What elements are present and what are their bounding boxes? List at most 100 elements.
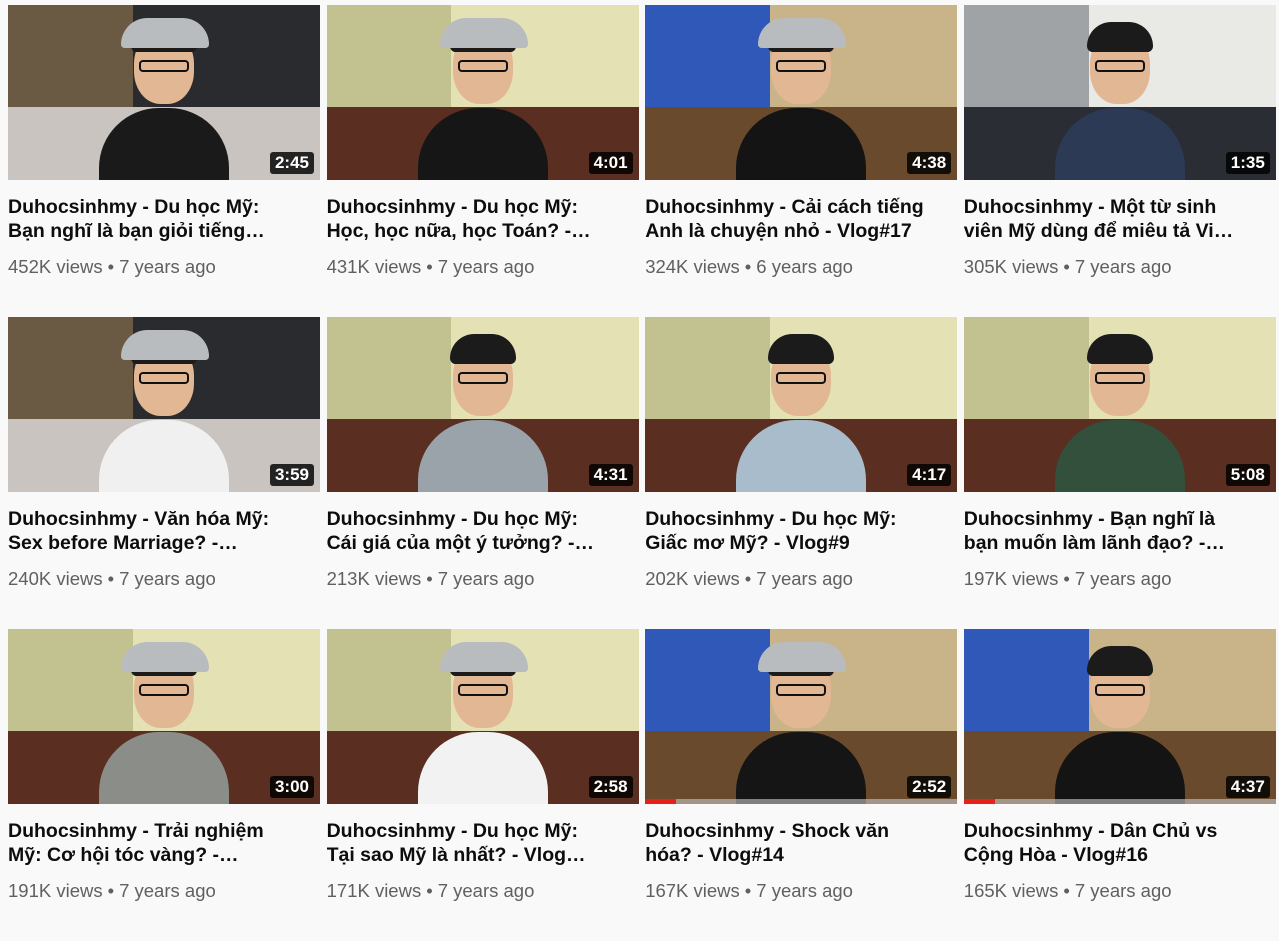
video-thumbnail[interactable]: 3:00	[8, 629, 320, 804]
cap	[121, 642, 209, 672]
person-figure	[1045, 322, 1195, 492]
view-count: 431K views	[326, 256, 422, 277]
video-card-6[interactable]: 4:31 Duhocsinhmy - Du học Mỹ: Cái giá củ…	[326, 317, 639, 629]
video-thumbnail[interactable]: 2:45	[8, 5, 320, 180]
duration-badge: 2:52	[907, 776, 952, 798]
video-title[interactable]: Duhocsinhmy - Cải cách tiếng Anh là chuy…	[645, 195, 945, 243]
duration-badge: 4:38	[907, 152, 952, 174]
duration-badge: 4:31	[588, 464, 633, 486]
video-title[interactable]: Duhocsinhmy - Du học Mỹ: Giấc mơ Mỹ? - V…	[645, 507, 945, 555]
video-metadata: 197K views • 7 years ago	[964, 567, 1276, 591]
upload-age: 7 years ago	[1074, 880, 1172, 901]
duration-badge: 2:45	[269, 152, 314, 174]
upload-age: 7 years ago	[756, 880, 853, 901]
view-count: 305K views	[963, 256, 1059, 277]
video-grid: 2:45 Duhocsinhmy - Du học Mỹ: Bạn nghĩ l…	[8, 5, 1276, 941]
video-card-10[interactable]: 2:58 Duhocsinhmy - Du học Mỹ: Tại sao Mỹ…	[326, 629, 639, 941]
video-card-2[interactable]: 4:01 Duhocsinhmy - Du học Mỹ: Học, học n…	[326, 5, 639, 317]
video-card-1[interactable]: 2:45 Duhocsinhmy - Du học Mỹ: Bạn nghĩ l…	[8, 5, 320, 317]
view-count: 171K views	[326, 880, 422, 901]
separator-dot: •	[107, 880, 115, 901]
watch-progress-bar	[963, 799, 1276, 804]
person-figure	[89, 322, 239, 492]
duration-badge: 4:37	[1225, 776, 1270, 798]
video-metadata: 165K views • 7 years ago	[964, 879, 1276, 903]
video-card-12[interactable]: 4:37 Duhocsinhmy - Dân Chủ vs Cộng Hòa -…	[963, 629, 1276, 941]
cap	[121, 330, 209, 360]
video-metadata: 213K views • 7 years ago	[327, 567, 639, 591]
video-metadata: 452K views • 7 years ago	[8, 255, 320, 279]
person-figure	[726, 634, 876, 804]
separator-dot: •	[426, 880, 433, 901]
separator-dot: •	[1063, 256, 1070, 277]
person-figure	[1045, 634, 1195, 804]
video-title[interactable]: Duhocsinhmy - Văn hóa Mỹ: Sex before Mar…	[8, 507, 308, 555]
separator-dot: •	[107, 568, 115, 589]
video-thumbnail[interactable]: 4:01	[326, 5, 639, 180]
duration-badge: 3:59	[269, 464, 314, 486]
video-metadata: 167K views • 7 years ago	[645, 879, 957, 903]
video-thumbnail[interactable]: 4:38	[645, 5, 958, 180]
video-title[interactable]: Duhocsinhmy - Trải nghiệm Mỹ: Cơ hội tóc…	[8, 819, 308, 867]
video-thumbnail[interactable]: 5:08	[963, 317, 1276, 492]
video-thumbnail[interactable]: 4:17	[645, 317, 958, 492]
video-thumbnail[interactable]: 3:59	[8, 317, 320, 492]
video-title[interactable]: Duhocsinhmy - Bạn nghĩ là bạn muốn làm l…	[964, 507, 1264, 555]
view-count: 167K views	[645, 880, 740, 901]
video-card-8[interactable]: 5:08 Duhocsinhmy - Bạn nghĩ là bạn muốn …	[963, 317, 1276, 629]
video-thumbnail[interactable]: 1:35	[963, 5, 1276, 180]
person-figure	[1045, 10, 1195, 180]
cap	[439, 18, 528, 48]
video-metadata: 191K views • 7 years ago	[8, 879, 320, 903]
view-count: 165K views	[963, 880, 1059, 901]
video-title[interactable]: Duhocsinhmy - Du học Mỹ: Bạn nghĩ là bạn…	[8, 195, 308, 243]
duration-badge: 1:35	[1225, 152, 1270, 174]
cap	[758, 642, 847, 672]
cap	[758, 18, 847, 48]
person-figure	[408, 634, 558, 804]
separator-dot: •	[744, 568, 752, 589]
video-title[interactable]: Duhocsinhmy - Du học Mỹ: Học, học nữa, h…	[327, 195, 627, 243]
cap	[121, 18, 209, 48]
video-thumbnail[interactable]: 4:37	[963, 629, 1276, 804]
video-metadata: 431K views • 7 years ago	[327, 255, 639, 279]
upload-age: 7 years ago	[437, 256, 535, 277]
video-metadata: 240K views • 7 years ago	[8, 567, 320, 591]
person-figure	[726, 10, 876, 180]
video-metadata: 171K views • 7 years ago	[327, 879, 639, 903]
video-title[interactable]: Duhocsinhmy - Shock văn hóa? - Vlog#14	[645, 819, 945, 867]
view-count: 197K views	[963, 568, 1059, 589]
upload-age: 6 years ago	[756, 256, 853, 277]
video-thumbnail[interactable]: 4:31	[326, 317, 639, 492]
video-title[interactable]: Duhocsinhmy - Du học Mỹ: Cái giá của một…	[327, 507, 627, 555]
video-thumbnail[interactable]: 2:58	[326, 629, 639, 804]
video-title[interactable]: Duhocsinhmy - Một từ sinh viên Mỹ dùng đ…	[964, 195, 1264, 243]
person-figure	[408, 10, 558, 180]
view-count: 202K views	[645, 568, 740, 589]
person-figure	[89, 10, 239, 180]
upload-age: 7 years ago	[119, 256, 216, 277]
separator-dot: •	[426, 256, 433, 277]
view-count: 213K views	[326, 568, 422, 589]
video-card-7[interactable]: 4:17 Duhocsinhmy - Du học Mỹ: Giấc mơ Mỹ…	[645, 317, 958, 629]
separator-dot: •	[1063, 568, 1070, 589]
video-thumbnail[interactable]: 2:52	[645, 629, 958, 804]
duration-badge: 4:17	[907, 464, 952, 486]
view-count: 191K views	[8, 880, 103, 901]
video-card-9[interactable]: 3:00 Duhocsinhmy - Trải nghiệm Mỹ: Cơ hộ…	[8, 629, 320, 941]
video-card-5[interactable]: 3:59 Duhocsinhmy - Văn hóa Mỹ: Sex befor…	[8, 317, 320, 629]
cap	[439, 642, 528, 672]
duration-badge: 4:01	[588, 152, 633, 174]
video-card-3[interactable]: 4:38 Duhocsinhmy - Cải cách tiếng Anh là…	[645, 5, 958, 317]
video-title[interactable]: Duhocsinhmy - Dân Chủ vs Cộng Hòa - Vlog…	[964, 819, 1264, 867]
view-count: 324K views	[645, 256, 740, 277]
video-title[interactable]: Duhocsinhmy - Du học Mỹ: Tại sao Mỹ là n…	[327, 819, 627, 867]
person-figure	[408, 322, 558, 492]
person-figure	[89, 634, 239, 804]
video-card-4[interactable]: 1:35 Duhocsinhmy - Một từ sinh viên Mỹ d…	[963, 5, 1276, 317]
separator-dot: •	[744, 256, 752, 277]
video-card-11[interactable]: 2:52 Duhocsinhmy - Shock văn hóa? - Vlog…	[645, 629, 958, 941]
separator-dot: •	[426, 568, 433, 589]
upload-age: 7 years ago	[437, 568, 535, 589]
duration-badge: 2:58	[588, 776, 633, 798]
